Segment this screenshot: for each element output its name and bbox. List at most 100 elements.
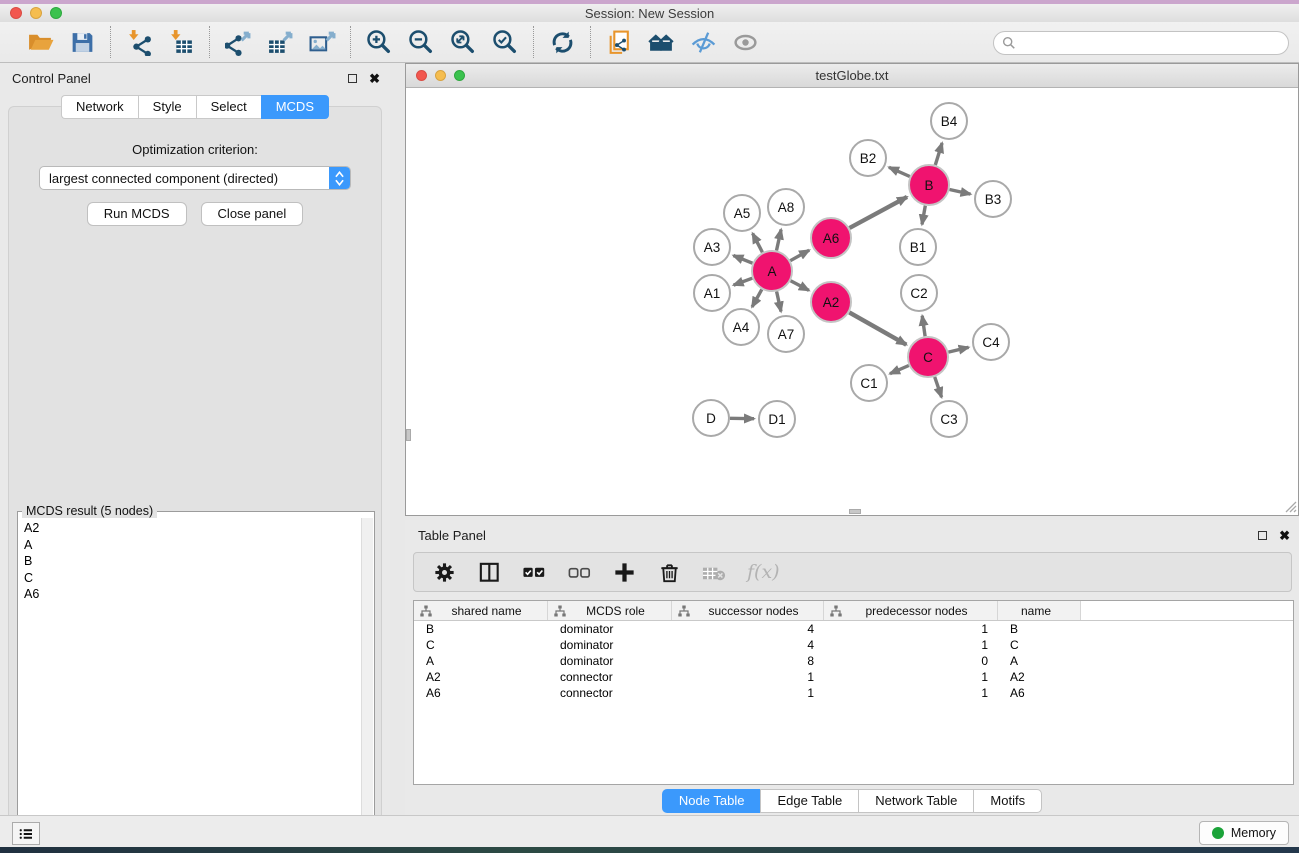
export-table-icon[interactable] <box>266 28 294 56</box>
graph-edge-C-C3[interactable] <box>935 377 942 397</box>
canvas-vertical-scrollbar[interactable] <box>406 429 411 441</box>
cell-MCDS-role[interactable]: dominator <box>548 638 672 652</box>
resize-grip-icon[interactable] <box>1283 499 1297 513</box>
close-panel-icon[interactable]: ✖ <box>369 74 380 83</box>
cell-name[interactable]: B <box>998 622 1081 636</box>
cell-MCDS-role[interactable]: dominator <box>548 654 672 668</box>
criterion-select[interactable]: largest connected component (directed) <box>39 166 351 190</box>
canvas-horizontal-scrollbar[interactable] <box>849 509 861 514</box>
duplicate-network-icon[interactable] <box>605 28 633 56</box>
save-session-icon[interactable] <box>68 28 96 56</box>
result-item[interactable]: C <box>24 570 361 587</box>
cell-successor-nodes[interactable]: 4 <box>672 622 824 636</box>
refresh-icon[interactable] <box>548 28 576 56</box>
graph-edge-C-C1[interactable] <box>890 366 909 374</box>
graph-node-C1[interactable]: C1 <box>851 365 887 401</box>
cell-name[interactable]: A2 <box>998 670 1081 684</box>
graph-node-B2[interactable]: B2 <box>850 140 886 176</box>
graph-node-D1[interactable]: D1 <box>759 401 795 437</box>
graph-edge-C-C4[interactable] <box>948 347 968 352</box>
cell-shared-name[interactable]: A2 <box>414 670 548 684</box>
search-input[interactable] <box>1016 33 1288 53</box>
graph-edge-B-B1[interactable] <box>922 206 925 225</box>
graph-node-A8[interactable]: A8 <box>768 189 804 225</box>
graph-node-A6[interactable]: A6 <box>811 218 851 258</box>
cell-successor-nodes[interactable]: 1 <box>672 686 824 700</box>
cell-predecessor-nodes[interactable]: 1 <box>824 670 998 684</box>
cell-successor-nodes[interactable]: 4 <box>672 638 824 652</box>
graph-edge-A-A8[interactable] <box>777 230 782 251</box>
tab-motifs[interactable]: Motifs <box>973 789 1042 813</box>
graph-edge-A-A4[interactable] <box>752 289 762 307</box>
graph-edge-A6-B[interactable] <box>850 197 908 228</box>
network-canvas[interactable]: B4B2BB3A8A5A6A3B1AA1C2A2A4A7C4CC1C3DD1 <box>406 88 1298 514</box>
table-row[interactable]: Bdominator41B <box>414 621 1293 637</box>
search-box[interactable] <box>993 31 1289 55</box>
network-window-titlebar[interactable]: testGlobe.txt <box>406 64 1298 88</box>
graph-node-C[interactable]: C <box>908 337 948 377</box>
column-header-successor-nodes[interactable]: successor nodes <box>672 601 824 620</box>
export-image-icon[interactable] <box>308 28 336 56</box>
graph-edge-A-A5[interactable] <box>753 233 763 252</box>
memory-button[interactable]: Memory <box>1199 821 1289 845</box>
graph-node-D[interactable]: D <box>693 400 729 436</box>
import-network-icon[interactable] <box>125 28 153 56</box>
graph-edge-A-A6[interactable] <box>790 250 809 261</box>
graph-edge-A-A1[interactable] <box>734 278 753 285</box>
mcds-result-list[interactable]: A2ABCA6 <box>19 518 361 847</box>
table-row[interactable]: A2connector11A2 <box>414 669 1293 685</box>
close-panel-button[interactable]: Close panel <box>201 202 304 226</box>
create-column-icon[interactable] <box>612 560 637 585</box>
cell-successor-nodes[interactable]: 8 <box>672 654 824 668</box>
cell-predecessor-nodes[interactable]: 1 <box>824 622 998 636</box>
cell-name[interactable]: A <box>998 654 1081 668</box>
graph-edge-B-B2[interactable] <box>889 167 910 176</box>
graph-edge-A-A3[interactable] <box>733 256 752 264</box>
cell-shared-name[interactable]: A <box>414 654 548 668</box>
zoom-in-icon[interactable] <box>365 28 393 56</box>
cell-MCDS-role[interactable]: dominator <box>548 622 672 636</box>
table-float-icon[interactable] <box>1258 531 1267 540</box>
graph-edge-A2-C[interactable] <box>849 312 906 344</box>
cell-name[interactable]: C <box>998 638 1081 652</box>
graph-node-B[interactable]: B <box>909 165 949 205</box>
cell-shared-name[interactable]: B <box>414 622 548 636</box>
graph-node-A7[interactable]: A7 <box>768 316 804 352</box>
table-close-icon[interactable]: ✖ <box>1279 531 1290 540</box>
zoom-fit-icon[interactable] <box>449 28 477 56</box>
graph-node-C4[interactable]: C4 <box>973 324 1009 360</box>
tab-node-table[interactable]: Node Table <box>662 789 761 813</box>
column-header-predecessor-nodes[interactable]: predecessor nodes <box>824 601 998 620</box>
graph-node-B3[interactable]: B3 <box>975 181 1011 217</box>
home-icon[interactable] <box>647 28 675 56</box>
cell-successor-nodes[interactable]: 1 <box>672 670 824 684</box>
cell-MCDS-role[interactable]: connector <box>548 670 672 684</box>
table-row[interactable]: Cdominator41C <box>414 637 1293 653</box>
graph-node-A4[interactable]: A4 <box>723 309 759 345</box>
result-item[interactable]: A6 <box>24 586 361 603</box>
result-item[interactable]: A2 <box>24 520 361 537</box>
zoom-selected-icon[interactable] <box>491 28 519 56</box>
select-all-icon[interactable] <box>522 560 547 585</box>
cell-predecessor-nodes[interactable]: 1 <box>824 686 998 700</box>
graph-node-A3[interactable]: A3 <box>694 229 730 265</box>
graph-node-B4[interactable]: B4 <box>931 103 967 139</box>
cell-shared-name[interactable]: C <box>414 638 548 652</box>
zoom-out-icon[interactable] <box>407 28 435 56</box>
result-item[interactable]: A <box>24 537 361 554</box>
graph-edge-B-B4[interactable] <box>935 143 942 165</box>
table-row[interactable]: A6connector11A6 <box>414 685 1293 701</box>
tab-edge-table[interactable]: Edge Table <box>760 789 858 813</box>
cell-MCDS-role[interactable]: connector <box>548 686 672 700</box>
run-mcds-button[interactable]: Run MCDS <box>87 202 187 226</box>
graph-node-A5[interactable]: A5 <box>724 195 760 231</box>
cell-shared-name[interactable]: A6 <box>414 686 548 700</box>
column-header-MCDS-role[interactable]: MCDS role <box>548 601 672 620</box>
result-scrollbar[interactable] <box>361 518 373 847</box>
cell-name[interactable]: A6 <box>998 686 1081 700</box>
task-history-button[interactable] <box>12 822 40 845</box>
show-all-icon[interactable] <box>731 28 759 56</box>
table-row[interactable]: Adominator80A <box>414 653 1293 669</box>
cell-predecessor-nodes[interactable]: 1 <box>824 638 998 652</box>
export-network-icon[interactable] <box>224 28 252 56</box>
